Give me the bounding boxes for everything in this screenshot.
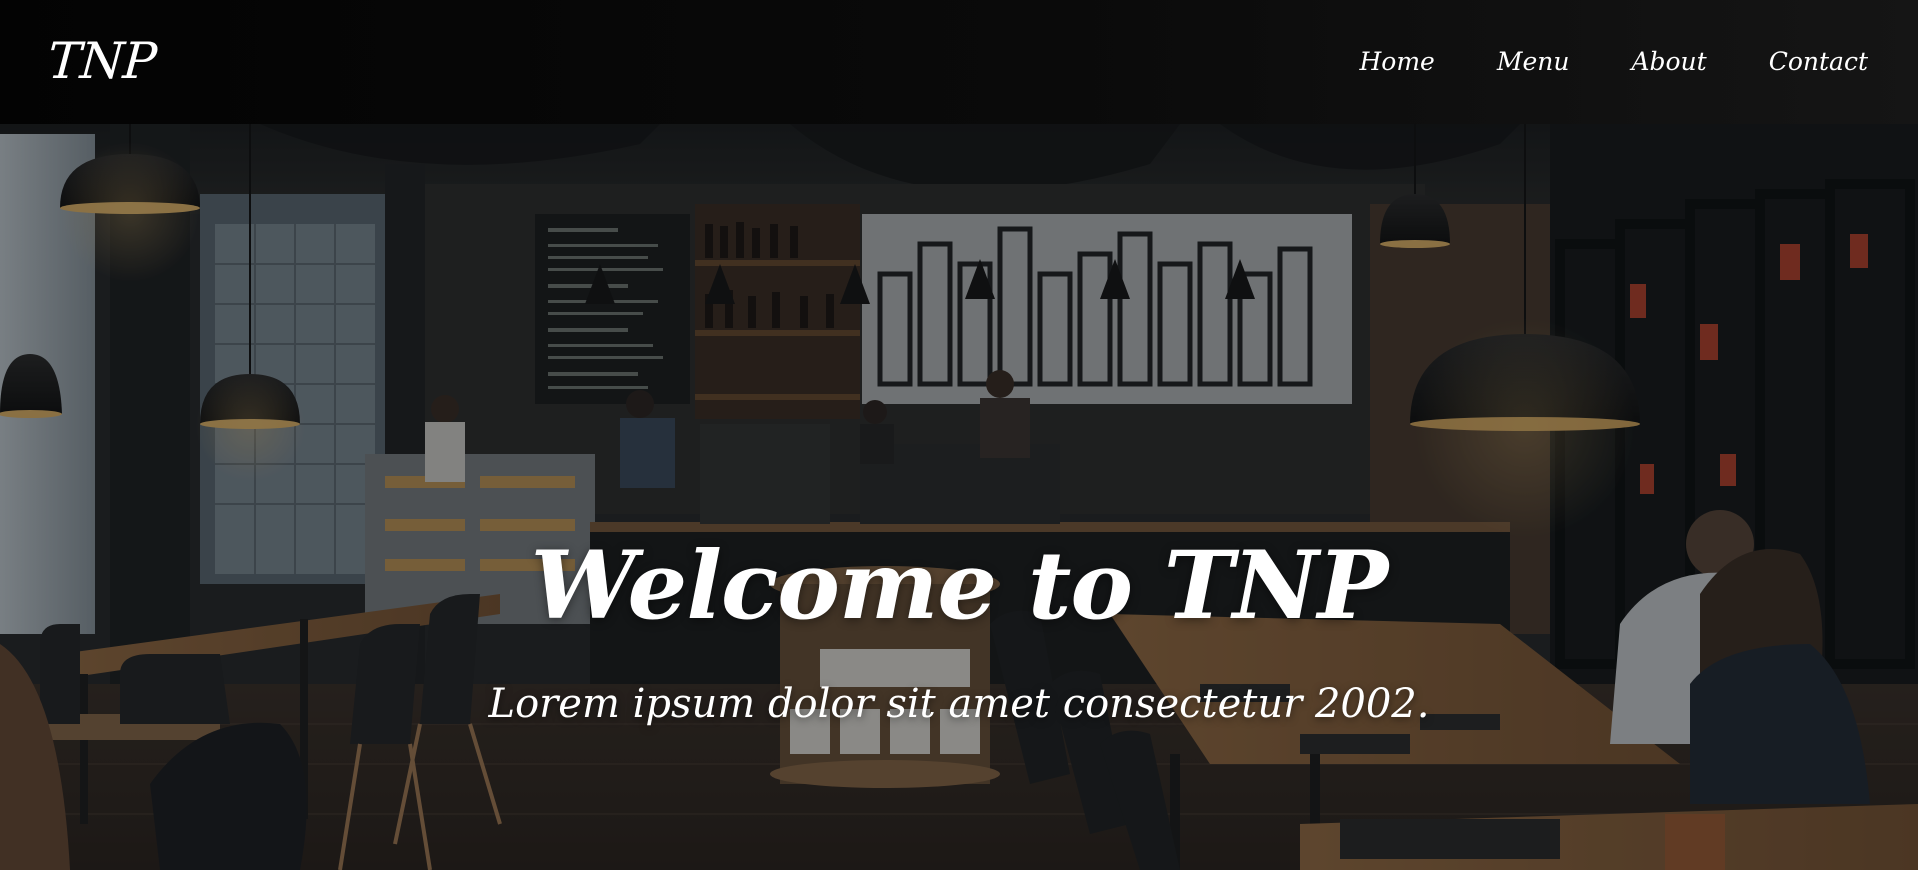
nav-link-about[interactable]: About	[1631, 44, 1706, 80]
brand-logo[interactable]: TNP	[46, 28, 158, 94]
hero-section: Welcome to TNP Lorem ipsum dolor sit ame…	[0, 124, 1918, 870]
hero-overlay	[0, 124, 1918, 870]
nav-link-home[interactable]: Home	[1359, 44, 1434, 80]
navbar: TNP Home Menu About Contact	[0, 0, 1918, 124]
nav-link-contact[interactable]: Contact	[1769, 44, 1868, 80]
nav-menu: Home Menu About Contact	[1359, 44, 1868, 80]
hero-subtitle: Lorem ipsum dolor sit amet consectetur 2…	[488, 681, 1430, 727]
hero-title: Welcome to TNP	[530, 530, 1389, 641]
nav-link-menu[interactable]: Menu	[1497, 44, 1570, 80]
